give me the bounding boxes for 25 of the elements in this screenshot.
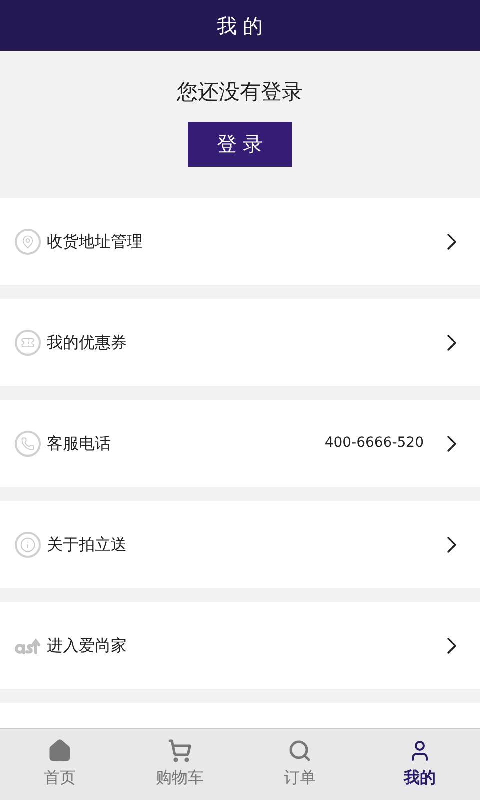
location-pin-icon (15, 228, 41, 254)
tab-item[interactable]: 首页 (0, 729, 120, 800)
login-prompt: 您还没有登录 (177, 79, 303, 106)
menu-label: 关于拍立送 (47, 534, 127, 556)
menu-label: 收货地址管理 (47, 230, 143, 252)
menu-label: 进入爱尚家 (47, 634, 127, 656)
tab-item[interactable]: 我的 (360, 729, 480, 800)
menu-row[interactable]: 我的优惠券 (0, 299, 480, 386)
home-icon (48, 739, 72, 763)
menu-row[interactable]: 客服电话 400-6666-520 (0, 400, 480, 487)
page-title: 我 的 (216, 12, 264, 40)
menu-label: 客服电话 (47, 432, 111, 454)
menu-row[interactable]: 关于拍立送 (0, 501, 480, 588)
menu-row[interactable]: 进入爱尚家 (0, 602, 480, 689)
tab-item[interactable]: 购物车 (120, 729, 240, 800)
login-button[interactable]: 登 录 (188, 122, 292, 166)
tab-item[interactable]: 订单 (240, 729, 360, 800)
phone-icon (15, 430, 41, 456)
ticket-icon (15, 330, 41, 356)
info-icon (15, 532, 41, 558)
search-icon (288, 739, 312, 763)
phone-number: 400-6666-520 (324, 434, 424, 453)
menu-label: 我的优惠券 (47, 332, 127, 354)
menu-row[interactable]: 收货地址管理 (0, 198, 480, 285)
cart-icon (168, 739, 192, 763)
